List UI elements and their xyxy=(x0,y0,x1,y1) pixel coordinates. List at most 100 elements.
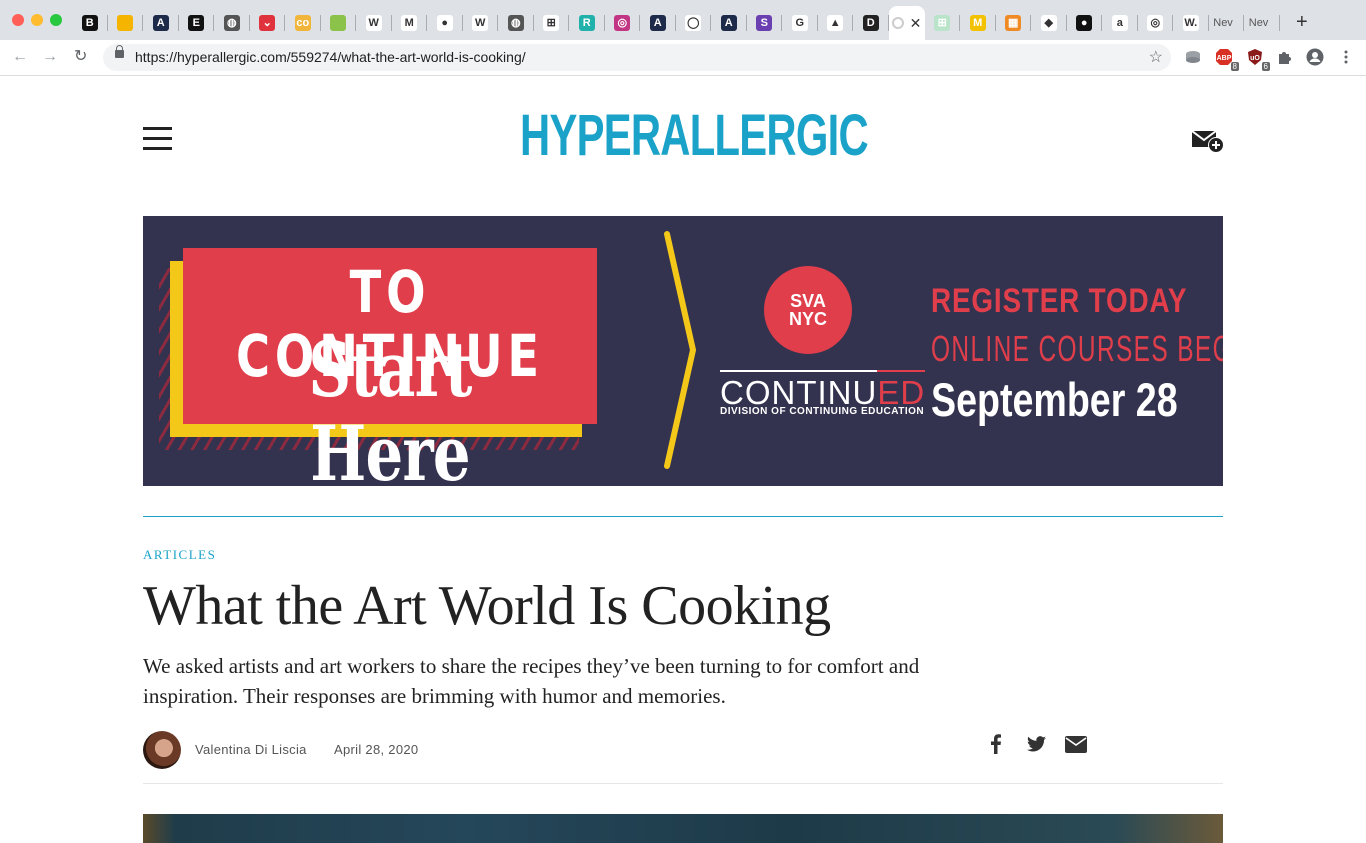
maximize-window-button[interactable] xyxy=(50,14,62,26)
cc-icon: co xyxy=(294,15,311,31)
leaf-icon xyxy=(330,15,347,31)
tab-title: Nev xyxy=(1213,17,1233,29)
browser-tab[interactable]: co xyxy=(285,6,321,40)
forward-arrow-icon[interactable]: → xyxy=(42,48,58,66)
new-tab-button[interactable]: + xyxy=(1296,12,1308,32)
loading-icon xyxy=(891,17,904,29)
browser-tab[interactable]: W xyxy=(463,6,499,40)
badge-line2: NYC xyxy=(788,309,827,329)
ublock-badge: 6 xyxy=(1261,62,1270,71)
browser-tab[interactable]: R xyxy=(569,6,605,40)
browser-tab[interactable]: A xyxy=(640,6,676,40)
instagram-icon: ◎ xyxy=(614,15,631,31)
site-logo[interactable]: HYPERALLERGIC xyxy=(520,104,869,168)
browser-tab[interactable]: M xyxy=(960,6,996,40)
hero-image xyxy=(143,814,1223,843)
browser-tab[interactable]: A xyxy=(711,6,747,40)
extension-icon[interactable] xyxy=(1184,48,1202,66)
browser-tab[interactable]: S xyxy=(747,6,783,40)
ad-courses-text: ONLINE COURSES BEGIN xyxy=(931,328,1223,369)
globe-icon: ◍ xyxy=(223,15,240,31)
target-icon: ◎ xyxy=(1147,15,1164,31)
browser-tab[interactable]: ◍ xyxy=(498,6,534,40)
browser-tab[interactable]: ◍ xyxy=(214,6,250,40)
medium-icon: M xyxy=(401,15,418,31)
ad-banner[interactable]: TO CONTINUE Start Here SVA NYC CONTINUED… xyxy=(143,216,1223,486)
email-share-icon[interactable] xyxy=(1065,733,1087,755)
browser-tab[interactable]: ⊞ xyxy=(925,6,961,40)
browser-tab[interactable]: ◎ xyxy=(605,6,641,40)
browser-tab[interactable]: ✕ xyxy=(888,6,925,40)
globe-icon: ◍ xyxy=(507,15,524,31)
browser-tab[interactable]: ● xyxy=(1067,6,1103,40)
browser-tab[interactable] xyxy=(108,6,144,40)
svg-text:ABP: ABP xyxy=(1217,55,1232,62)
wikipedia-icon: W xyxy=(472,15,489,31)
address-bar[interactable]: https://hyperallergic.com/559274/what-th… xyxy=(103,44,1171,71)
twitter-share-icon[interactable] xyxy=(1026,733,1046,755)
menu-icon[interactable] xyxy=(1337,48,1355,66)
browser-tab[interactable]: ▦ xyxy=(996,6,1032,40)
browser-tab[interactable] xyxy=(321,6,357,40)
puzzle-icon[interactable] xyxy=(1276,48,1294,66)
s-icon: S xyxy=(756,15,773,31)
google-icon: G xyxy=(791,15,808,31)
ad-register-text: REGISTER TODAY xyxy=(931,282,1188,320)
category-link[interactable]: ARTICLES xyxy=(143,547,216,563)
browser-tab[interactable]: Nev xyxy=(1209,6,1245,40)
browser-tab[interactable]: ◎ xyxy=(1138,6,1174,40)
minimize-window-button[interactable] xyxy=(31,14,43,26)
facebook-share-icon[interactable] xyxy=(988,733,1004,755)
reload-icon[interactable]: ↻ xyxy=(74,48,87,66)
sva-badge: SVA NYC xyxy=(768,270,848,350)
bookmark-star-icon[interactable]: ☆ xyxy=(1149,47,1163,67)
article-dek: We asked artists and art workers to shar… xyxy=(143,654,920,708)
author-avatar[interactable] xyxy=(143,731,181,769)
browser-tab[interactable]: W xyxy=(356,6,392,40)
browser-tab[interactable]: Nev xyxy=(1244,6,1280,40)
browser-tab[interactable]: B xyxy=(72,6,108,40)
close-window-button[interactable] xyxy=(12,14,24,26)
pocket-icon: ⌄ xyxy=(259,15,276,31)
browser-tab[interactable]: M xyxy=(392,6,428,40)
drive-icon: ▲ xyxy=(827,15,844,31)
browser-tab[interactable]: ◆ xyxy=(1031,6,1067,40)
continued-subtitle: DIVISION OF CONTINUING EDUCATION xyxy=(720,406,925,417)
sheet-icon: ⊞ xyxy=(934,15,951,31)
badge-line1: SVA xyxy=(790,291,826,311)
back-arrow-icon[interactable]: ← xyxy=(12,48,28,66)
lock-icon[interactable] xyxy=(115,45,124,58)
ad-line2: Start Here xyxy=(308,325,472,487)
svg-text:uO: uO xyxy=(1250,55,1260,62)
browser-tab[interactable]: G xyxy=(782,6,818,40)
browser-tab[interactable]: D xyxy=(853,6,889,40)
browser-tab[interactable]: W. xyxy=(1173,6,1209,40)
hamburger-menu-icon[interactable] xyxy=(143,127,172,151)
w-icon: W. xyxy=(1182,15,1199,31)
byline-divider xyxy=(143,783,1223,784)
close-tab-icon[interactable]: ✕ xyxy=(910,15,922,32)
ublock-icon[interactable]: uO 6 xyxy=(1246,48,1270,71)
newsletter-signup-icon[interactable] xyxy=(1191,129,1224,153)
r-icon: R xyxy=(578,15,595,31)
browser-tab[interactable]: ◯ xyxy=(676,6,712,40)
browser-tab[interactable]: ⌄ xyxy=(250,6,286,40)
browser-tab[interactable]: ● xyxy=(427,6,463,40)
browser-tab[interactable]: E xyxy=(179,6,215,40)
browser-toolbar: ← → ↻ https://hyperallergic.com/559274/w… xyxy=(0,40,1366,76)
browser-tab[interactable]: a xyxy=(1102,6,1138,40)
arrow-logo-icon: A xyxy=(152,15,169,31)
section-divider xyxy=(143,516,1223,517)
tab-list: B A E ◍ ⌄ co W M ● W ◍ ⊞ R ◎ A ◯ A S G ▲ D ✕ ⊞ M ▦ ◆ ● a ◎ W. Nev Nev xyxy=(72,6,1280,40)
author-name-link[interactable]: Valentina Di Liscia xyxy=(195,742,307,757)
url-text[interactable]: https://hyperallergic.com/559274/what-th… xyxy=(135,49,526,65)
browser-tab[interactable]: ▲ xyxy=(818,6,854,40)
profile-icon[interactable] xyxy=(1306,48,1324,66)
browser-tabstrip: B A E ◍ ⌄ co W M ● W ◍ ⊞ R ◎ A ◯ A S G ▲ D ✕ ⊞ M ▦ ◆ ● a ◎ W. Nev Nev + xyxy=(0,0,1366,40)
amazon-icon: a xyxy=(1111,15,1128,31)
m-icon: M xyxy=(969,15,986,31)
e-icon: E xyxy=(188,15,205,31)
browser-tab[interactable]: A xyxy=(143,6,179,40)
browser-tab[interactable]: ⊞ xyxy=(534,6,570,40)
adblock-icon[interactable]: ABP 8 xyxy=(1215,48,1239,71)
